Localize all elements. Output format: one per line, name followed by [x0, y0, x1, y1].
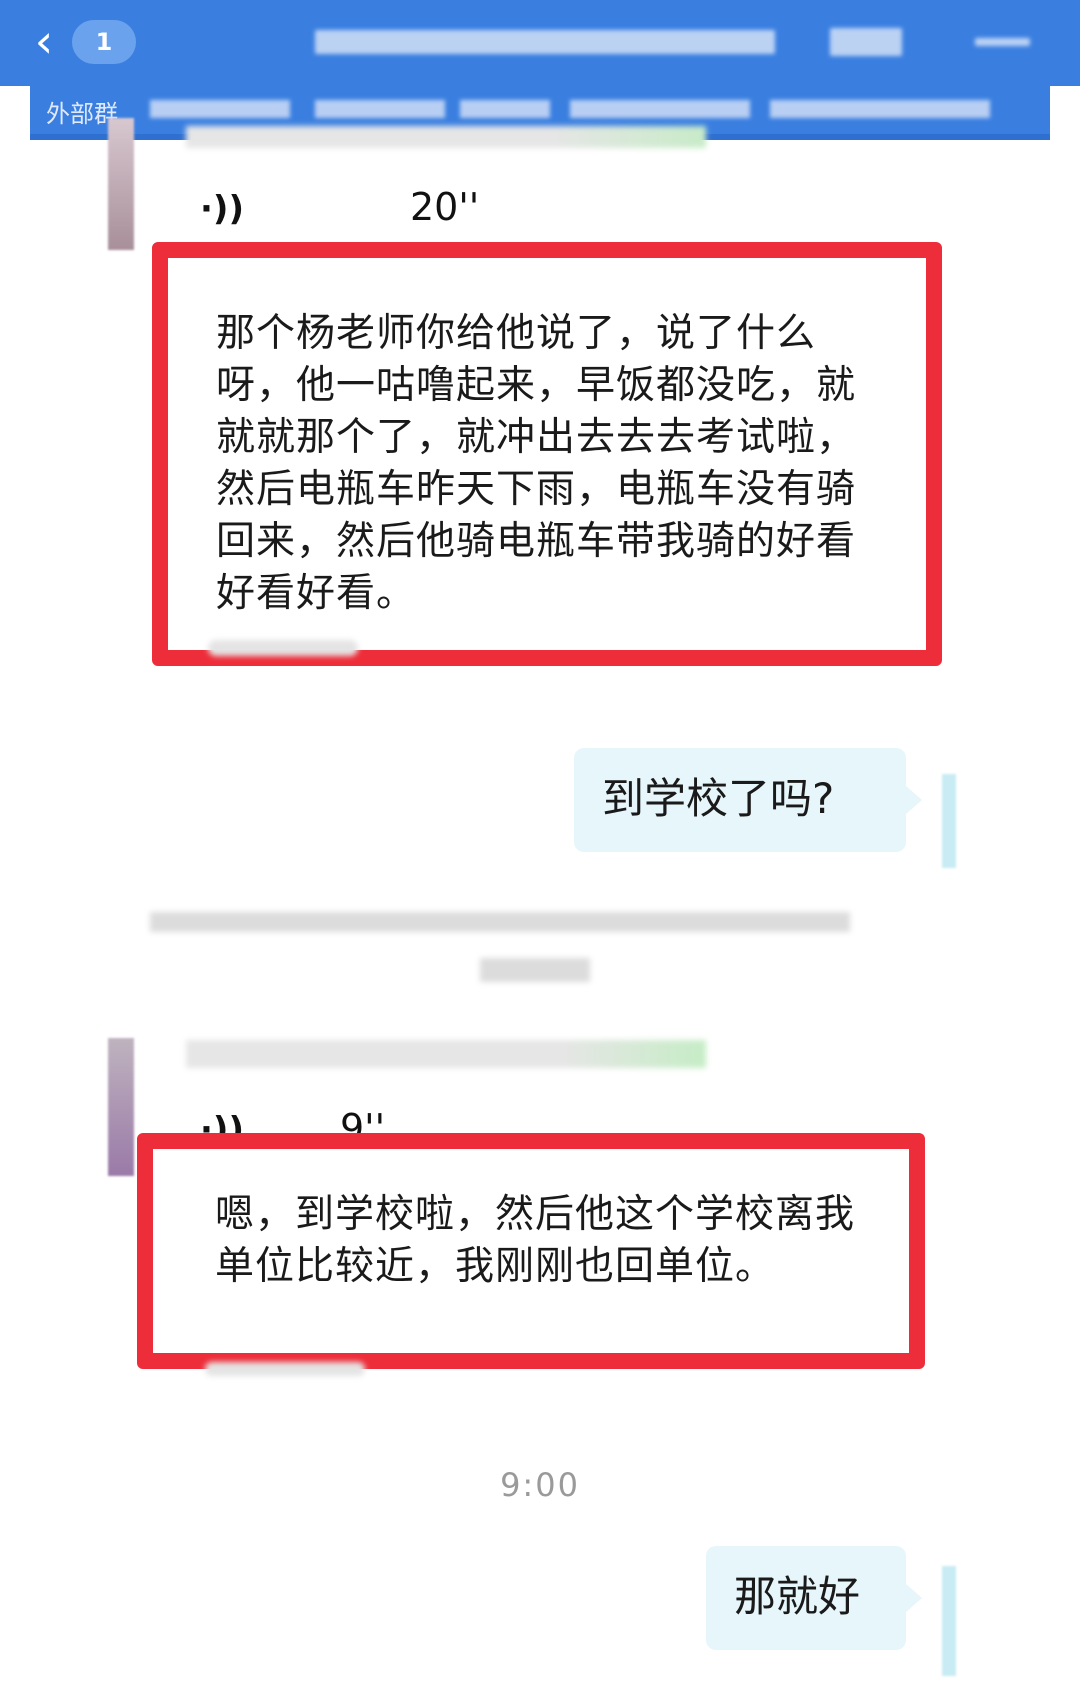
- chat-title-redacted-2: [830, 28, 902, 56]
- sender-avatar[interactable]: [108, 1038, 134, 1176]
- message-timestamp: 9:00: [500, 1466, 580, 1504]
- voice-transcript: 嗯，到学校啦，然后他这个学校离我单位比较近，我刚刚也回单位。: [215, 1192, 856, 1289]
- chevron-left-icon[interactable]: ‹: [22, 18, 66, 66]
- voice-wave-icon: ·)): [200, 189, 244, 229]
- voice-duration: 20'': [410, 185, 480, 229]
- member-list-redacted: [570, 100, 750, 118]
- transcribed-status-redacted: [205, 1362, 365, 1376]
- sender-name-redacted: [186, 1040, 706, 1068]
- member-list-redacted: [770, 100, 990, 118]
- transcript-highlight-box: 那个杨老师你给他说了，说了什么呀，他一咕噜起来，早饭都没吃，就就就那个了，就冲出…: [152, 242, 942, 666]
- self-avatar-edge[interactable]: [942, 1566, 956, 1676]
- self-avatar-edge[interactable]: [942, 774, 956, 868]
- more-options-icon[interactable]: [975, 38, 1030, 46]
- chat-header: ‹ 1: [0, 0, 1080, 86]
- sender-name-redacted: [186, 126, 706, 148]
- message-text: 到学校了吗?: [602, 774, 835, 823]
- member-list-redacted: [150, 100, 290, 118]
- chat-title-redacted: [315, 30, 775, 54]
- outgoing-message-bubble[interactable]: 那就好: [706, 1546, 906, 1650]
- system-notice-redacted: [150, 912, 850, 932]
- message-text: 那就好: [734, 1572, 861, 1621]
- voice-transcript: 那个杨老师你给他说了，说了什么呀，他一咕噜起来，早饭都没吃，就就就那个了，就冲出…: [216, 311, 857, 616]
- transcribed-status-redacted: [208, 640, 358, 656]
- member-list-redacted: [460, 100, 550, 118]
- sender-avatar[interactable]: [108, 118, 134, 250]
- bubble-tail: [906, 1584, 922, 1612]
- voice-message[interactable]: ·)) 20'': [200, 185, 520, 235]
- transcript-highlight-box: 嗯，到学校啦，然后他这个学校离我单位比较近，我刚刚也回单位。: [137, 1133, 925, 1369]
- bubble-tail: [906, 786, 922, 814]
- member-list-redacted: [315, 100, 445, 118]
- unread-count-badge[interactable]: 1: [72, 20, 136, 64]
- outgoing-message-bubble[interactable]: 到学校了吗?: [574, 748, 906, 852]
- system-notice-redacted-2: [480, 958, 590, 982]
